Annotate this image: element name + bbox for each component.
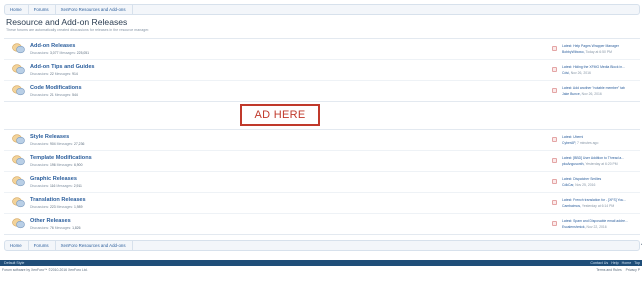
latest-meta: Cambaimos, Yesterday at 6:14 PM	[562, 204, 615, 208]
style-chooser[interactable]: Default Style	[4, 260, 24, 266]
rss-icon[interactable]	[552, 200, 557, 205]
rss-icon[interactable]	[552, 46, 557, 51]
forum-bubble-icon	[12, 218, 25, 229]
latest-thread-link[interactable]: Latest: Hiding the XFMG Media Block in..…	[562, 65, 625, 69]
page-description: These forums are automatically created d…	[6, 28, 150, 32]
rss-icon[interactable]	[552, 137, 557, 142]
forum-node-other-releases: Other Releases Discussions: 76 Messages:…	[4, 214, 640, 235]
terms-link[interactable]: Terms and Rules	[596, 268, 621, 272]
latest-thread-link[interactable]: Latest: Dispatcher Smilies	[562, 177, 601, 181]
footer-link-top[interactable]: Top	[634, 260, 640, 266]
rss-icon[interactable]	[552, 88, 557, 93]
forum-title[interactable]: Other Releases	[30, 218, 71, 224]
forum-stats: Discussions: 21 Messages: 544	[30, 93, 78, 97]
forum-bubble-icon	[12, 64, 25, 75]
forum-node-translation-releases: Translation Releases Discussions: 223 Me…	[4, 193, 640, 214]
forum-node-addon-tips: Add-on Tips and Guides Discussions: 22 M…	[4, 60, 640, 81]
forum-title[interactable]: Code Modifications	[30, 85, 82, 91]
breadcrumb-home[interactable]: Home	[7, 241, 29, 250]
forum-node-code-modifications: Code Modifications Discussions: 21 Messa…	[4, 81, 640, 102]
forum-bubble-icon	[12, 197, 25, 208]
breadcrumb-current[interactable]: XenForo Resources and Add-ons	[58, 241, 133, 250]
forum-node-graphic-releases: Graphic Releases Discussions: 116 Messag…	[4, 172, 640, 193]
forum-stats: Discussions: 76 Messages: 1,826	[30, 226, 81, 230]
forum-bubble-icon	[12, 176, 25, 187]
latest-thread-link[interactable]: Latest: French translation for - [XFS] Y…	[562, 198, 626, 202]
forum-title[interactable]: Translation Releases	[30, 197, 86, 203]
privacy-link[interactable]: Privacy P	[626, 268, 640, 272]
breadcrumb-bottom: Home Forums XenForo Resources and Add-on…	[4, 240, 642, 251]
forum-title[interactable]: Add-on Releases	[30, 43, 75, 49]
latest-meta: Jake Bunce, Nov 26, 2016	[562, 92, 602, 96]
footer-bar: Default Style Contact Us Help Home Top	[0, 260, 642, 266]
ad-placeholder: AD HERE	[240, 104, 320, 126]
forum-list-top: Add-on Releases Discussions: 3,077 Messa…	[4, 38, 640, 102]
forum-bubble-icon	[12, 85, 25, 96]
latest-thread-link[interactable]: Latest: [BBD] User Addition to Thread a.…	[562, 156, 624, 160]
breadcrumb-forums[interactable]: Forums	[31, 5, 56, 14]
forum-node-template-modifications: Template Modifications Discussions: 196 …	[4, 151, 640, 172]
rss-icon[interactable]	[552, 158, 557, 163]
forum-title[interactable]: Template Modifications	[30, 155, 92, 161]
latest-meta: pkcAngusonth, Yesterday at 6:20 PM	[562, 162, 618, 166]
breadcrumb-home[interactable]: Home	[7, 5, 29, 14]
latest-thread-link[interactable]: Latest: Add another "notable member" tab	[562, 86, 625, 90]
page-title: Resource and Add-on Releases	[6, 17, 128, 27]
forum-stats: Discussions: 196 Messages: 6,900	[30, 163, 83, 167]
ad-label: AD HERE	[254, 109, 306, 121]
forum-title[interactable]: Style Releases	[30, 134, 69, 140]
breadcrumb-top: Home Forums XenForo Resources and Add-on…	[4, 4, 640, 15]
rss-icon[interactable]	[552, 179, 557, 184]
forum-title[interactable]: Graphic Releases	[30, 176, 77, 182]
latest-thread-link[interactable]: Latest: Help Pages Wrapper Manager	[562, 44, 619, 48]
footer-link-home[interactable]: Home	[622, 260, 632, 266]
rss-icon[interactable]	[552, 67, 557, 72]
latest-meta: Cdsi, Nov 26, 2016	[562, 71, 591, 75]
rss-icon[interactable]	[552, 221, 557, 226]
footer-link-contact[interactable]: Contact Us	[590, 260, 608, 266]
forum-title[interactable]: Add-on Tips and Guides	[30, 64, 95, 70]
forum-list-bottom: Style Releases Discussions: 904 Messages…	[4, 129, 640, 235]
latest-meta: Escalenshmick, Nov 22, 2016	[562, 225, 607, 229]
latest-thread-link[interactable]: Latest: Uberni	[562, 135, 583, 139]
forum-stats: Discussions: 223 Messages: 1,989	[30, 205, 83, 209]
legal-links: Terms and Rules Privacy P	[596, 268, 640, 272]
breadcrumb-current[interactable]: XenForo Resources and Add-ons	[58, 5, 133, 14]
forum-stats: Discussions: 3,077 Messages: 225,051	[30, 51, 90, 55]
forum-stats: Discussions: 22 Messages: 914	[30, 72, 78, 76]
footer-links: Contact Us Help Home Top	[590, 260, 640, 266]
latest-meta: CyberAP, 7 minutes ago	[562, 141, 599, 145]
forum-stats: Discussions: 904 Messages: 27,236	[30, 142, 85, 146]
breadcrumb-forums[interactable]: Forums	[31, 241, 56, 250]
latest-meta: CdkCar, Nov 25, 2016	[562, 183, 596, 187]
forum-bubble-icon	[12, 155, 25, 166]
forum-bubble-icon	[12, 134, 25, 145]
forum-bubble-icon	[12, 43, 25, 54]
copyright-text: Forum software by XenForo™ ©2010-2016 Xe…	[2, 268, 88, 272]
latest-meta: BobbyWibowo, Today at 6:50 PM	[562, 50, 612, 54]
forum-stats: Discussions: 116 Messages: 2,911	[30, 184, 82, 188]
footer-link-help[interactable]: Help	[611, 260, 618, 266]
forum-node-addon-releases: Add-on Releases Discussions: 3,077 Messa…	[4, 39, 640, 60]
latest-thread-link[interactable]: Latest: Spam and Disposable email addre.…	[562, 219, 628, 223]
forum-node-style-releases: Style Releases Discussions: 904 Messages…	[4, 130, 640, 151]
